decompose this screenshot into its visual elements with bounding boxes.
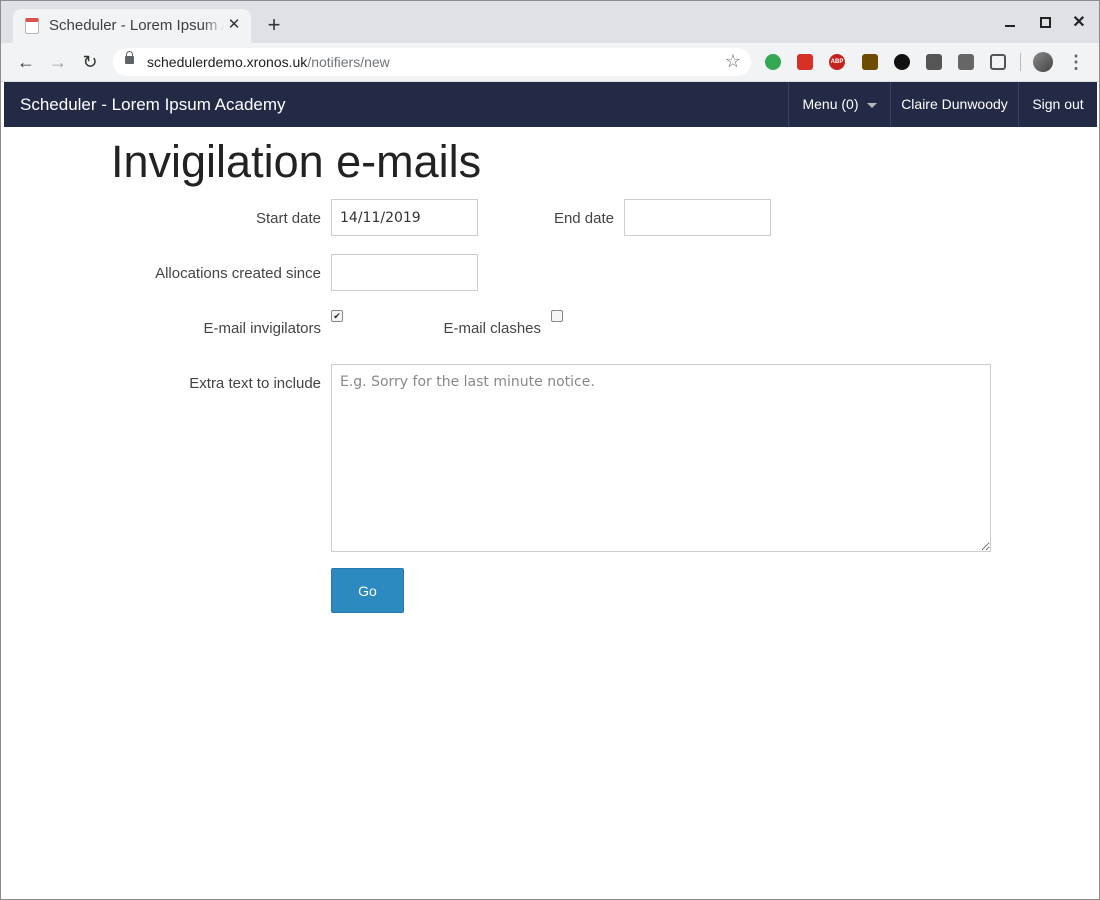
mail-extension-icon[interactable]	[958, 54, 974, 70]
tab-close-icon[interactable]: ✕	[225, 16, 243, 34]
back-arrow-icon[interactable]: ←	[15, 51, 37, 73]
tab-strip: Scheduler - Lorem Ipsum Academy ✕ + ✕	[1, 1, 1099, 43]
extra-text-textarea[interactable]	[331, 364, 991, 552]
screenshot-extension-icon[interactable]	[990, 54, 1006, 70]
lastpass-extension-icon[interactable]	[926, 54, 942, 70]
end-date-label: End date	[553, 210, 614, 227]
url-text[interactable]: schedulerdemo.xronos.uk/notifiers/new	[147, 54, 390, 70]
minimize-icon	[1005, 25, 1015, 27]
app-navbar: Scheduler - Lorem Ipsum Academy Menu (0)…	[4, 82, 1097, 127]
sign-out-link[interactable]: Sign out	[1018, 82, 1097, 127]
house-extension-icon[interactable]	[862, 54, 878, 70]
gimp-extension-icon[interactable]	[894, 54, 910, 70]
end-date-field[interactable]	[624, 199, 771, 236]
brand-link[interactable]: Scheduler - Lorem Ipsum Academy	[20, 95, 286, 115]
window-close-button[interactable]: ✕	[1069, 13, 1089, 33]
url-host: schedulerdemo.xronos.uk	[147, 54, 308, 70]
bookmark-star-icon[interactable]: ☆	[725, 51, 741, 72]
email-clashes-label: E-mail clashes	[443, 320, 541, 337]
forward-arrow-icon[interactable]: →	[47, 51, 69, 73]
extra-text-label: Extra text to include	[189, 375, 321, 392]
minimize-button[interactable]	[1000, 13, 1020, 33]
start-date-label: Start date	[255, 210, 321, 227]
email-clashes-checkbox[interactable]	[551, 310, 563, 322]
email-invigilators-label: E-mail invigilators	[203, 320, 321, 337]
maximize-button[interactable]	[1035, 13, 1055, 33]
browser-toolbar: ← → ↻ schedulerdemo.xronos.uk/notifiers/…	[1, 43, 1099, 82]
go-button[interactable]: Go	[331, 568, 404, 613]
caret-down-icon	[866, 102, 877, 108]
browser-menu-icon[interactable]: ⋮	[1067, 51, 1085, 73]
address-bar[interactable]: schedulerdemo.xronos.uk/notifiers/new ☆	[113, 48, 751, 76]
toolbar-divider	[1020, 53, 1021, 71]
allocations-since-label: Allocations created since	[155, 265, 321, 282]
user-name-link[interactable]: Claire Dunwoody	[890, 82, 1018, 127]
menu-label: Menu (0)	[802, 96, 859, 112]
evernote-icon[interactable]	[765, 54, 781, 70]
email-invigilators-checkbox[interactable]: ✔	[331, 310, 343, 322]
reload-icon[interactable]: ↻	[79, 51, 101, 73]
menu-dropdown[interactable]: Menu (0)	[788, 82, 890, 127]
browser-tab[interactable]: Scheduler - Lorem Ipsum Academy ✕	[13, 9, 251, 43]
new-tab-button[interactable]: +	[263, 14, 285, 36]
calendar-favicon-icon	[25, 18, 39, 34]
page-title: Invigilation e-mails	[111, 136, 482, 187]
url-path: /notifiers/new	[307, 54, 390, 70]
maximize-icon	[1039, 17, 1051, 28]
browser-window: Scheduler - Lorem Ipsum Academy ✕ + ✕ ← …	[0, 0, 1100, 900]
adblock-plus-icon[interactable]: ABP	[829, 54, 845, 70]
start-date-field[interactable]	[331, 199, 478, 236]
calendar-extension-icon[interactable]	[797, 54, 813, 70]
lock-icon[interactable]	[125, 51, 134, 64]
profile-avatar[interactable]	[1033, 52, 1053, 72]
tab-title: Scheduler - Lorem Ipsum Academy	[49, 17, 224, 34]
allocations-since-field[interactable]	[331, 254, 478, 291]
